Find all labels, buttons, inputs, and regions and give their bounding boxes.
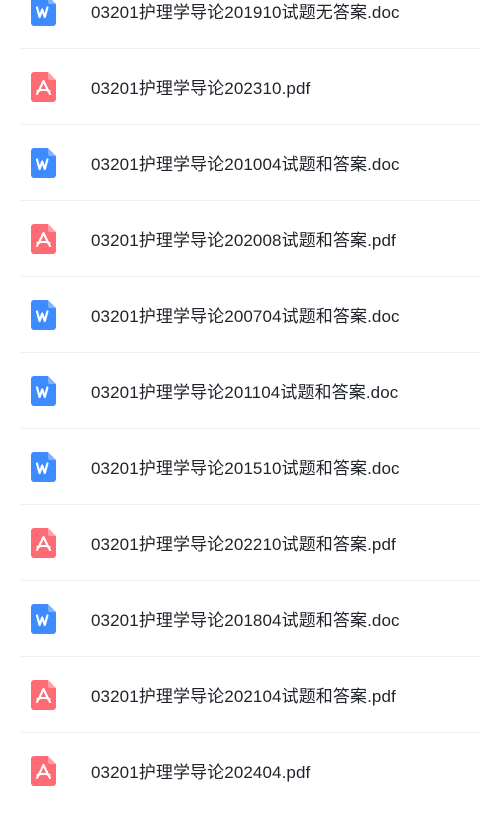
file-name: 03201护理学导论201910试题无答案.doc — [91, 3, 400, 22]
file-name: 03201护理学导论200704试题和答案.doc — [91, 307, 400, 326]
file-row[interactable]: 03201护理学导论200704试题和答案.doc — [20, 276, 481, 352]
file-name: 03201护理学导论201804试题和答案.doc — [91, 611, 400, 630]
file-row[interactable]: 03201护理学导论201804试题和答案.doc — [20, 580, 481, 656]
file-row[interactable]: 03201护理学导论201910试题无答案.doc — [20, 0, 481, 48]
word-doc-icon — [31, 451, 56, 482]
file-row[interactable]: 03201护理学导论201104试题和答案.doc — [20, 352, 481, 428]
pdf-icon — [31, 71, 56, 102]
file-name: 03201护理学导论202210试题和答案.pdf — [91, 535, 396, 554]
file-list: 03201护理学导论201910试题无答案.doc 03201护理学导论2023… — [0, 0, 481, 794]
file-row[interactable]: 03201护理学导论201510试题和答案.doc — [20, 428, 481, 504]
word-doc-icon — [31, 375, 56, 406]
file-row[interactable]: 03201护理学导论202008试题和答案.pdf — [20, 200, 481, 276]
word-doc-icon — [31, 299, 56, 330]
file-name: 03201护理学导论201104试题和答案.doc — [91, 383, 399, 402]
file-name: 03201护理学导论201510试题和答案.doc — [91, 459, 400, 478]
pdf-icon — [31, 223, 56, 254]
pdf-icon — [31, 679, 56, 710]
file-row[interactable]: 03201护理学导论202210试题和答案.pdf — [20, 504, 481, 580]
file-name: 03201护理学导论202310.pdf — [91, 79, 311, 98]
file-name: 03201护理学导论202008试题和答案.pdf — [91, 231, 396, 250]
file-name: 03201护理学导论202404.pdf — [91, 763, 311, 782]
file-row[interactable]: 03201护理学导论202404.pdf — [20, 732, 481, 808]
file-name: 03201护理学导论202104试题和答案.pdf — [91, 687, 396, 706]
pdf-icon — [31, 527, 56, 558]
word-doc-icon — [31, 603, 56, 634]
word-doc-icon — [31, 147, 56, 178]
file-name: 03201护理学导论201004试题和答案.doc — [91, 155, 400, 174]
file-row[interactable]: 03201护理学导论202310.pdf — [20, 48, 481, 124]
pdf-icon — [31, 755, 56, 786]
file-row[interactable]: 03201护理学导论202104试题和答案.pdf — [20, 656, 481, 732]
word-doc-icon — [31, 0, 56, 26]
file-row[interactable]: 03201护理学导论201004试题和答案.doc — [20, 124, 481, 200]
